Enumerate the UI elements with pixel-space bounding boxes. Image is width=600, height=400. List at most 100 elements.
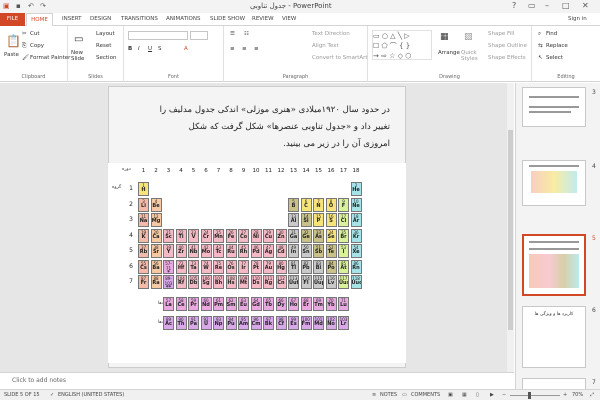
align-text-button[interactable]: Align Text [312, 43, 339, 49]
italic-button[interactable]: I [138, 46, 140, 52]
notes-icon[interactable]: ≡ [372, 392, 376, 398]
tab-transitions[interactable]: TRANSITIONS [121, 16, 158, 22]
format-painter-icon[interactable]: 🖌 [22, 55, 29, 61]
font-group: B I U S A Font [124, 26, 224, 82]
comments-toggle[interactable]: COMMENTS [411, 392, 440, 398]
section-button[interactable]: Section [96, 55, 116, 61]
tab-slide-show[interactable]: SLIDE SHOW [210, 16, 245, 22]
align-center-icon[interactable]: ≡ [242, 46, 247, 52]
shadow-button[interactable]: S [158, 46, 162, 52]
convert-smartart-button[interactable]: Convert to SmartArt [312, 55, 368, 61]
reading-view-icon[interactable]: ▯ [476, 392, 479, 398]
undo-icon[interactable]: ↶ [28, 2, 34, 10]
group-number: 6 [204, 168, 208, 174]
minimize-icon[interactable]: – [545, 1, 549, 10]
zoom-in-icon[interactable]: + [563, 392, 567, 398]
slide-sorter-icon[interactable]: ▦ [462, 392, 467, 398]
tab-design[interactable]: DESIGN [90, 16, 111, 22]
zoom-slider-thumb[interactable] [528, 392, 531, 399]
slide-thumbnail-5[interactable] [522, 234, 586, 296]
slide-thumbnail-6[interactable]: کاربرد ها و ویژگی ها [522, 306, 586, 368]
bold-button[interactable]: B [128, 46, 132, 52]
scrollbar-thumb[interactable] [508, 130, 513, 330]
element-cell: 46 Pd [250, 244, 262, 258]
element-cell: 28 Ni [250, 228, 262, 243]
spellcheck-icon[interactable]: ✓ [50, 392, 54, 398]
shape-effects-button[interactable]: Shape Effects [488, 55, 526, 61]
quick-styles-icon[interactable]: ▨ [464, 32, 473, 42]
new-slide-icon[interactable]: ▭ [74, 34, 83, 45]
arrange-button[interactable]: Arrange [438, 50, 460, 56]
zoom-slider[interactable] [510, 395, 560, 396]
save-icon[interactable]: ▪ [16, 2, 21, 10]
select-icon[interactable]: ↖ [538, 55, 543, 61]
element-cell: 55 Cs [138, 259, 149, 274]
slide-thumbnail-7[interactable] [522, 378, 586, 389]
comments-icon[interactable]: ▭ [402, 392, 407, 398]
underline-button[interactable]: U [148, 46, 152, 52]
actinide-cell: 95 Am [238, 316, 249, 330]
help-icon[interactable]: ? [512, 1, 516, 10]
element-cell: 17 Cl [338, 213, 349, 227]
ribbon-options-icon[interactable]: ▭ [528, 1, 536, 10]
element-cell: 20 Ca [150, 228, 162, 243]
tab-file[interactable]: FILE [0, 13, 25, 26]
arrange-icon[interactable]: ▦ [440, 32, 449, 42]
actinide-cell: 94 Pu [225, 316, 237, 330]
shape-fill-button[interactable]: Shape Fill [488, 31, 514, 37]
tab-animations[interactable]: ANIMATIONS [166, 16, 201, 22]
quick-styles-button[interactable]: Quick Styles [461, 50, 481, 62]
notes-toggle[interactable]: NOTES [380, 392, 397, 398]
zoom-out-icon[interactable]: − [502, 392, 506, 398]
reset-button[interactable]: Reset [96, 43, 111, 49]
slide-thumbnail-3[interactable] [522, 87, 586, 127]
paste-icon[interactable]: 📋 [6, 34, 21, 48]
element-cell: 49 In [288, 244, 299, 258]
copy-button[interactable]: Copy [30, 43, 44, 49]
thumb-number: 4 [592, 163, 596, 170]
tab-view[interactable]: VIEW [282, 16, 296, 22]
numbering-icon[interactable]: ☷ [244, 31, 249, 37]
find-button[interactable]: Find [546, 31, 557, 37]
align-right-icon[interactable]: ≡ [254, 46, 259, 52]
redo-icon[interactable]: ↷ [40, 2, 46, 10]
font-name-dropdown[interactable] [128, 31, 188, 40]
replace-icon[interactable]: ⇆ [538, 43, 543, 49]
window-title: جدول تناوبی - PowerPoint [250, 2, 332, 10]
format-painter-button[interactable]: Format Painter [30, 55, 70, 61]
font-color-button[interactable]: A [184, 46, 188, 52]
maximize-icon[interactable]: □ [562, 1, 570, 10]
replace-button[interactable]: Replace [546, 43, 568, 49]
sign-in-link[interactable]: Sign in [568, 16, 587, 22]
group-number: 1 [141, 168, 146, 174]
align-left-icon[interactable]: ≡ [230, 46, 235, 52]
tab-review[interactable]: REVIEW [252, 16, 274, 22]
paste-button[interactable]: Paste [4, 52, 19, 58]
font-size-dropdown[interactable] [190, 31, 208, 40]
tab-insert[interactable]: INSERT [62, 16, 81, 22]
shape-outline-button[interactable]: Shape Outline [488, 43, 527, 49]
slide-body-text[interactable]: در حدود سال ۱۹۲۰میلادی «هنری موزلی» اندک… [112, 102, 390, 162]
actinide-cell: 97 Bk [263, 316, 274, 330]
slideshow-icon[interactable]: ▶ [490, 392, 494, 398]
language-indicator[interactable]: ENGLISH (UNITED STATES) [58, 392, 124, 398]
find-icon[interactable]: ⌕ [538, 31, 541, 38]
zoom-level[interactable]: 70% [572, 392, 583, 398]
new-slide-button[interactable]: New Slide [71, 50, 93, 62]
cut-button[interactable]: Cut [30, 31, 39, 37]
select-button[interactable]: Select [546, 55, 563, 61]
text-direction-button[interactable]: Text Direction [312, 31, 350, 37]
layout-button[interactable]: Layout [96, 31, 115, 37]
bullets-icon[interactable]: ☰ [230, 31, 235, 37]
notes-pane[interactable]: Click to add notes [0, 372, 514, 389]
notes-placeholder: Click to add notes [12, 377, 66, 384]
normal-view-icon[interactable]: ▣ [448, 392, 453, 398]
copy-icon[interactable]: ⎘ [22, 43, 26, 50]
slide-thumbnail-4[interactable] [522, 160, 586, 206]
thumb-number: 7 [592, 379, 596, 386]
shapes-gallery[interactable]: ▭ ○ △ ╲ ▷ ☐ ⬠ ⌒ { } → ⇨ ☆ ◇ ⬡ [372, 30, 432, 60]
close-icon[interactable]: ✕ [582, 1, 589, 10]
fit-slide-icon[interactable]: ⤢ [590, 392, 594, 398]
tab-home[interactable]: HOME [26, 13, 53, 27]
cut-icon[interactable]: ✂ [22, 31, 27, 37]
